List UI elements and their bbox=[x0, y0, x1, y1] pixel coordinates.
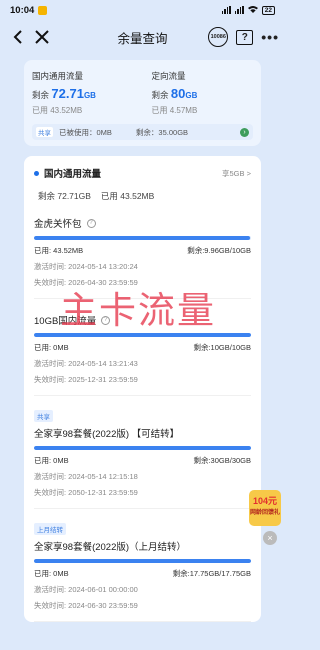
section-header: 国内通用流量 享5GB > bbox=[34, 166, 251, 180]
directed-used: 已用 4.57MB bbox=[151, 106, 198, 115]
package-usage: 已用: 0MB 剩余:30GB/30GB bbox=[34, 455, 251, 466]
divider bbox=[34, 621, 251, 622]
package-used: 已用: 43.52MB bbox=[34, 246, 84, 255]
chevron-left-icon bbox=[13, 30, 22, 44]
package-name: 全家享98套餐(2022版) 【可结转】 bbox=[34, 426, 251, 440]
package-remain: 剩余:10GB/10GB bbox=[193, 343, 251, 352]
bullet-icon bbox=[34, 170, 39, 176]
close-button[interactable] bbox=[30, 25, 54, 49]
wifi-icon bbox=[247, 5, 258, 15]
activation-time: 激活时间: 2024-05-14 13:20:24 bbox=[34, 262, 138, 271]
package-name-text: 全家享98套餐(2022版)（上月结转） bbox=[34, 542, 187, 553]
close-icon bbox=[35, 30, 49, 44]
domestic-used: 已用 43.52MB bbox=[32, 106, 83, 115]
activation-time: 激活时间: 2024-05-14 13:21:43 bbox=[34, 359, 138, 368]
section-used: 已用 43.52MB bbox=[100, 191, 155, 201]
service-hotline-icon[interactable]: 10086 bbox=[208, 27, 229, 47]
directed-remain: 剩余 80GB bbox=[152, 86, 254, 101]
close-promo-icon[interactable]: × bbox=[263, 531, 277, 545]
package-item[interactable]: 上月结转 全家享98套餐(2022版)（上月结转） 已用: 0MB 剩余:17.… bbox=[34, 509, 251, 622]
notification-app-icon bbox=[38, 5, 48, 15]
section-summary: 剩余 72.71GB 已用 43.52MB bbox=[38, 190, 251, 202]
nav-bar: 余量查询 10086 ? ••• bbox=[0, 20, 285, 54]
more-menu-icon[interactable]: ••• bbox=[261, 29, 279, 45]
share-used: 已被使用：0MB bbox=[59, 127, 112, 137]
summary-card: 国内通用流量 剩余 72.71GB 已用 43.52MB 定向流量 剩余 80G… bbox=[24, 60, 261, 146]
clock: 10:04 bbox=[10, 4, 35, 16]
remain-value: 72.71 bbox=[51, 86, 84, 101]
section-title: 国内通用流量 bbox=[44, 169, 102, 180]
chevron-right-icon[interactable]: › bbox=[240, 127, 249, 137]
package-item[interactable]: 金虎关怀包 ? 已用: 43.52MB 剩余:9.96GB/10GB 激活时间:… bbox=[34, 202, 251, 299]
share-tag: 共享 bbox=[36, 127, 53, 137]
page-title: 余量查询 bbox=[117, 31, 168, 46]
back-button[interactable] bbox=[6, 25, 30, 49]
package-remain: 剩余:17.75GB/17.75GB bbox=[172, 569, 251, 578]
promo-text: 网龄回馈礼 bbox=[249, 510, 280, 516]
package-used: 已用: 0MB bbox=[34, 569, 69, 578]
package-name-text: 全家享98套餐(2022版) 【可结转】 bbox=[34, 429, 180, 440]
usage-bar bbox=[34, 333, 251, 337]
package-name: 全家享98套餐(2022版)（上月结转） bbox=[34, 539, 251, 553]
promo-badge[interactable]: 104元 网龄回馈礼 bbox=[249, 490, 281, 526]
share-row[interactable]: 共享 已被使用：0MB 剩余：35.00GB › bbox=[32, 124, 253, 140]
package-name-text: 金虎关怀包 bbox=[34, 219, 82, 230]
usage-bar-fill bbox=[34, 559, 251, 563]
usage-bar-fill bbox=[34, 446, 251, 450]
directed-title: 定向流量 bbox=[151, 71, 186, 81]
package-item[interactable]: 共享 全家享98套餐(2022版) 【可结转】 已用: 0MB 剩余:30GB/… bbox=[34, 396, 251, 509]
question-icon[interactable]: ? bbox=[101, 315, 111, 325]
usage-bar bbox=[34, 236, 251, 240]
promo-amount: 104 bbox=[252, 496, 268, 506]
package-item[interactable]: 10GB国内流量 ? 已用: 0MB 剩余:10GB/10GB 激活时间: 20… bbox=[34, 299, 251, 396]
usage-bar-fill bbox=[34, 236, 251, 240]
main-content: 国内通用流量 剩余 72.71GB 已用 43.52MB 定向流量 剩余 80G… bbox=[0, 54, 285, 650]
package-used: 已用: 0MB bbox=[34, 456, 69, 465]
package-name: 10GB国内流量 ? bbox=[34, 313, 251, 327]
activation-time: 激活时间: 2024-06-01 00:00:00 bbox=[34, 585, 138, 594]
help-icon[interactable]: ? bbox=[236, 29, 254, 45]
package-remain: 剩余:9.96GB/10GB bbox=[187, 246, 251, 255]
question-icon[interactable]: ? bbox=[86, 218, 96, 228]
signal-icon bbox=[221, 6, 231, 14]
usage-bar bbox=[34, 559, 251, 563]
domestic-title: 国内通用流量 bbox=[32, 71, 84, 81]
remain-prefix: 剩余 bbox=[151, 90, 169, 100]
expiry-time: 失效时间: 2026-04-30 23:59:59 bbox=[34, 278, 138, 287]
package-used: 已用: 0MB bbox=[34, 343, 69, 352]
battery-icon: 22 bbox=[261, 5, 275, 15]
remain-prefix: 剩余 bbox=[32, 90, 50, 100]
package-tag: 上月结转 bbox=[34, 523, 66, 535]
expiry-time: 失效时间: 2024-06-30 23:59:59 bbox=[34, 601, 138, 610]
package-usage: 已用: 43.52MB 剩余:9.96GB/10GB bbox=[34, 245, 251, 256]
usage-bar bbox=[34, 446, 251, 450]
section-remain: 剩余 72.71GB bbox=[38, 191, 91, 201]
share-5gb-link[interactable]: 享5GB > bbox=[222, 168, 251, 179]
share-remain: 剩余：35.00GB bbox=[135, 127, 189, 137]
domestic-remain: 剩余 72.71GB bbox=[32, 86, 134, 101]
package-name-text: 10GB国内流量 bbox=[34, 316, 97, 327]
activation-time: 激活时间: 2024-05-14 12:15:18 bbox=[34, 472, 138, 481]
directed-summary[interactable]: 定向流量 剩余 80GB 已用 4.57MB bbox=[134, 70, 254, 116]
remain-unit: GB bbox=[185, 91, 198, 100]
usage-bar-fill bbox=[34, 333, 251, 337]
expiry-time: 失效时间: 2025-12-31 23:59:59 bbox=[34, 375, 138, 384]
remain-value: 80 bbox=[170, 86, 186, 101]
package-tag: 共享 bbox=[34, 410, 53, 422]
status-bar: 10:04 22 bbox=[0, 0, 285, 20]
promo-unit: 元 bbox=[268, 496, 278, 506]
package-list: 金虎关怀包 ? 已用: 43.52MB 剩余:9.96GB/10GB 激活时间:… bbox=[34, 202, 251, 622]
package-remain: 剩余:30GB/30GB bbox=[193, 456, 251, 465]
detail-card: 国内通用流量 享5GB > 剩余 72.71GB 已用 43.52MB 金虎关怀… bbox=[24, 156, 261, 622]
remain-unit: GB bbox=[83, 91, 96, 100]
package-usage: 已用: 0MB 剩余:10GB/10GB bbox=[34, 342, 251, 353]
package-usage: 已用: 0MB 剩余:17.75GB/17.75GB bbox=[34, 568, 251, 579]
signal-icon-2 bbox=[234, 6, 244, 14]
package-name: 金虎关怀包 ? bbox=[34, 216, 251, 230]
domestic-summary[interactable]: 国内通用流量 剩余 72.71GB 已用 43.52MB bbox=[32, 70, 134, 116]
expiry-time: 失效时间: 2050-12-31 23:59:59 bbox=[34, 488, 138, 497]
